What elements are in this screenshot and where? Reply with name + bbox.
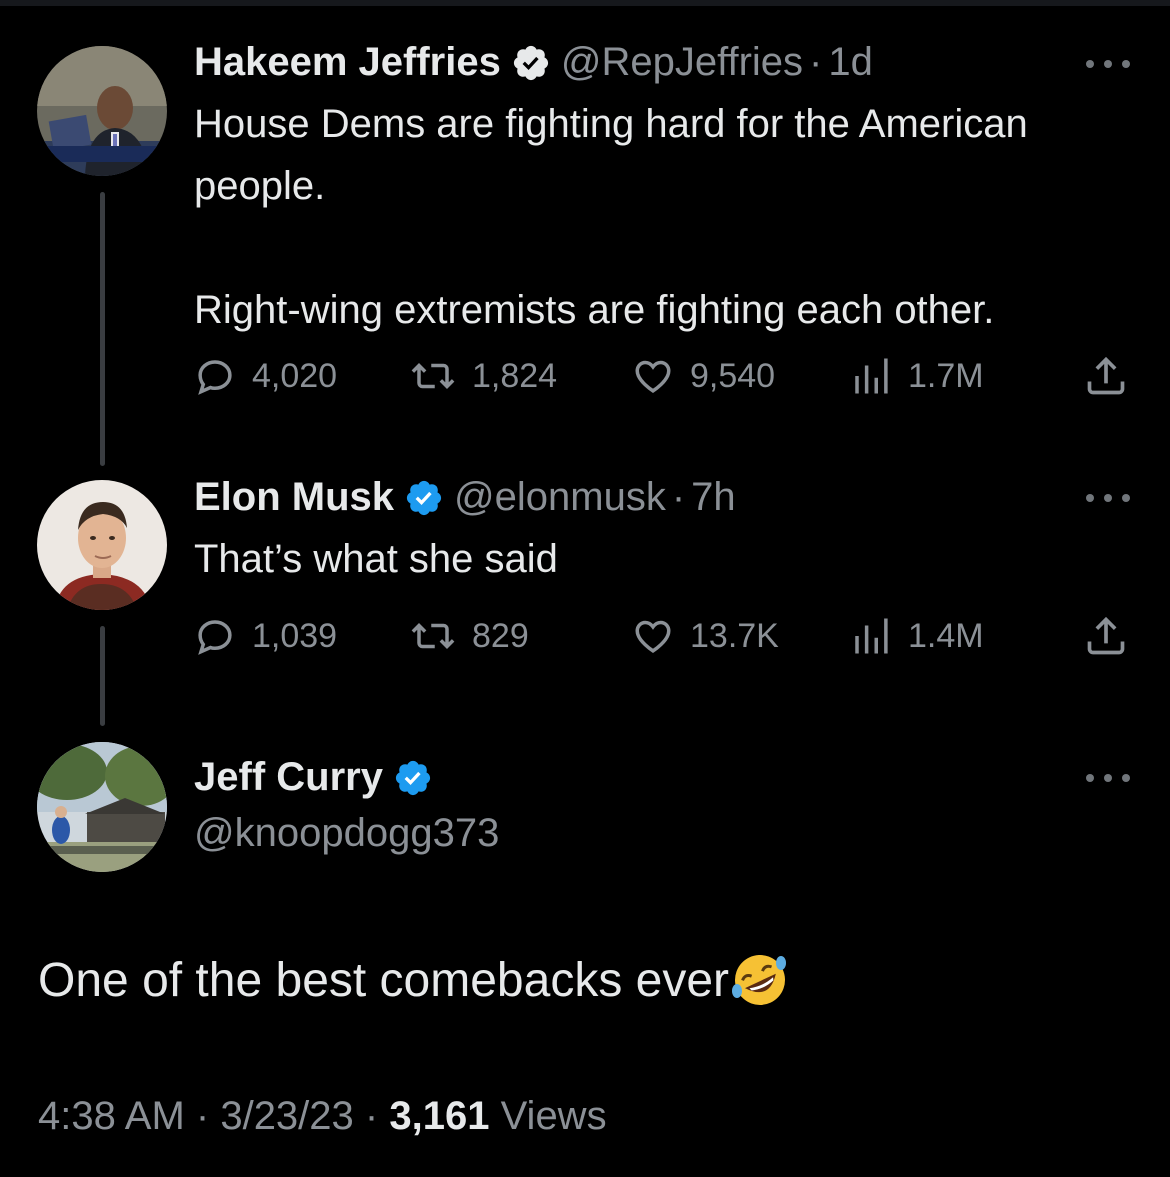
like-count: 9,540	[690, 356, 776, 395]
views-chart-icon	[855, 618, 888, 654]
tweet-meta: 4:38 AM · 3/23/23 · 3,161 Views	[38, 1094, 607, 1139]
views-chart-icon	[855, 358, 888, 394]
reply-button[interactable]: 4,020	[194, 354, 337, 398]
views-count: 1.7M	[908, 356, 984, 395]
tweet-text: House Dems are fighting hard for the Ame…	[194, 102, 1028, 332]
retweet-button[interactable]: 1,824	[410, 354, 557, 398]
top-divider	[0, 0, 1170, 6]
reply-count: 1,039	[252, 616, 338, 655]
author-handle[interactable]: @knoopdogg373	[194, 811, 499, 856]
verified-badge-icon	[511, 43, 551, 83]
views-label: Views	[500, 1094, 607, 1138]
main-tweet-header: Jeff Curry	[194, 755, 443, 800]
heart-icon	[635, 620, 671, 653]
thread-connector	[100, 626, 105, 726]
author-name[interactable]: Hakeem Jeffries	[194, 40, 501, 85]
more-options-icon[interactable]	[1086, 492, 1130, 504]
retweet-count: 829	[472, 616, 529, 655]
retweet-icon	[411, 363, 455, 389]
author-handle[interactable]: @RepJeffries	[561, 40, 803, 85]
separator-dot: ·	[671, 475, 686, 519]
reply-count: 4,020	[252, 356, 338, 395]
author-name[interactable]: Elon Musk	[194, 475, 394, 520]
separator-dot: ·	[809, 40, 823, 84]
tweet-header: Hakeem Jeffries @RepJeffries · 1d	[194, 40, 873, 85]
tweet-header: Elon Musk @elonmusk · 7h	[194, 475, 736, 520]
share-button[interactable]	[1084, 354, 1144, 398]
reply-icon	[198, 620, 232, 655]
rolling-on-floor-laughing-emoji	[731, 951, 789, 1009]
verified-badge-icon	[393, 758, 433, 798]
tweet-text: That’s what she said	[194, 537, 558, 581]
tweet-time[interactable]: 7h	[691, 475, 736, 520]
reply-button[interactable]: 1,039	[194, 614, 337, 658]
author-handle[interactable]: @elonmusk	[454, 475, 666, 520]
more-options-icon[interactable]	[1086, 772, 1130, 784]
author-name[interactable]: Jeff Curry	[194, 755, 383, 800]
tweet-text: One of the best comebacks ever	[38, 953, 730, 1007]
views-count: 1.4M	[908, 616, 984, 655]
verified-badge-icon	[404, 478, 444, 518]
share-button[interactable]	[1084, 614, 1144, 658]
like-count: 13.7K	[690, 616, 779, 655]
views-button[interactable]: 1.4M	[850, 614, 984, 658]
separator-dot: ·	[364, 1094, 390, 1138]
share-icon	[1087, 356, 1125, 395]
separator-dot: ·	[195, 1094, 221, 1138]
share-icon	[1087, 616, 1125, 655]
views-button[interactable]: 1.7M	[850, 354, 984, 398]
hakeem-jeffries-avatar[interactable]	[37, 46, 167, 176]
retweet-count: 1,824	[472, 356, 558, 395]
thread-connector	[100, 192, 105, 466]
views-count: 3,161	[389, 1094, 490, 1138]
tweet-actions: 4,020 1,824 9,540 1.7M	[194, 354, 1134, 398]
like-button[interactable]: 13.7K	[632, 614, 779, 658]
like-button[interactable]: 9,540	[632, 354, 775, 398]
more-options-icon[interactable]	[1086, 58, 1130, 70]
heart-icon	[635, 360, 671, 393]
tweet-date[interactable]: 3/23/23	[220, 1094, 353, 1138]
tweet-actions: 1,039 829 13.7K 1.4M	[194, 614, 1134, 658]
elon-musk-avatar[interactable]	[37, 480, 167, 610]
tweet-time[interactable]: 1d	[828, 40, 873, 85]
jeff-curry-avatar[interactable]	[37, 742, 167, 872]
main-tweet-text: One of the best comebacks ever	[38, 951, 789, 1009]
tweet-timestamp[interactable]: 4:38 AM	[38, 1094, 185, 1138]
retweet-icon	[411, 623, 455, 649]
retweet-button[interactable]: 829	[410, 614, 529, 658]
reply-icon	[198, 360, 232, 395]
